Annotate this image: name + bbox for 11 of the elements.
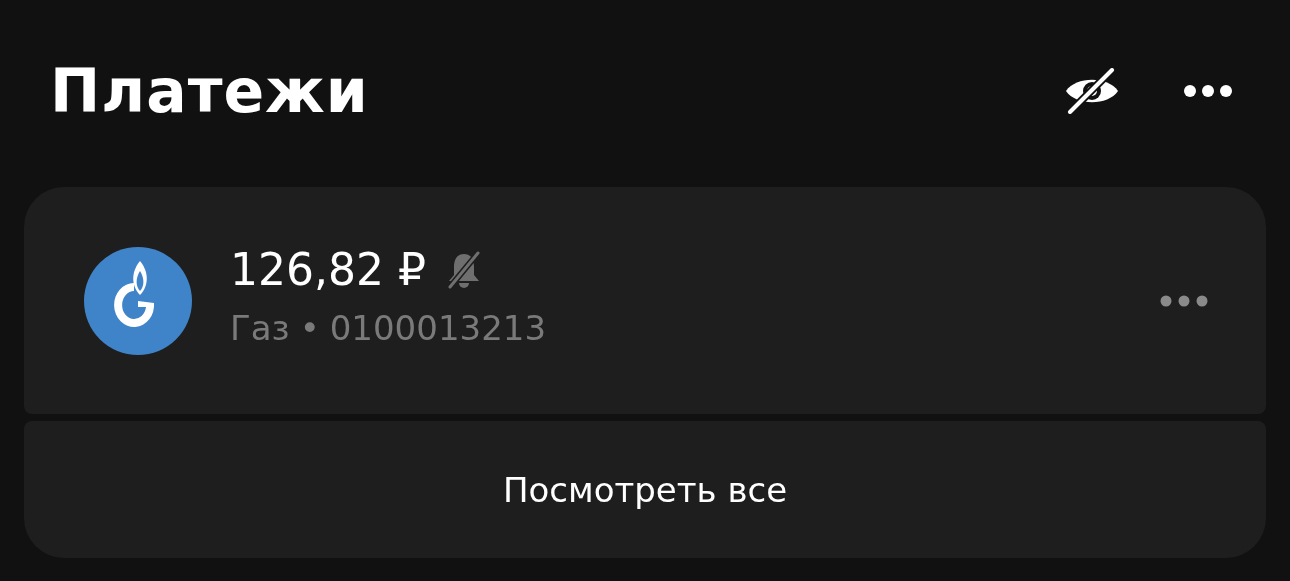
more-menu-icon[interactable] [1184,85,1232,97]
view-all-button[interactable]: Посмотреть все [24,421,1266,558]
page-title: Платежи [50,55,369,127]
gas-flame-logo-icon [84,246,192,355]
payment-category: Газ [230,309,290,349]
more-options-icon[interactable] [1160,294,1208,307]
payment-card[interactable]: 126,82 ₽ Газ • 0100013213 [24,187,1266,414]
hide-eye-icon[interactable] [1064,68,1120,114]
payment-amount: 126,82 ₽ [230,244,426,296]
separator-dot: • [299,309,320,349]
account-number: 0100013213 [329,309,547,349]
